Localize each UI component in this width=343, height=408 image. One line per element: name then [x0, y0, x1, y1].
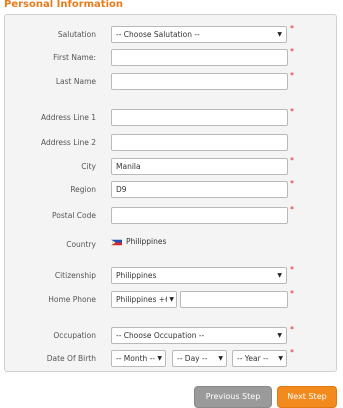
region-row: Region D9 *	[5, 179, 336, 200]
required-marker: *	[290, 71, 294, 80]
occupation-label: Occupation	[53, 331, 96, 340]
phone-country-code-select[interactable]: Philippines +6 ▼	[111, 291, 177, 308]
home-phone-row: Home Phone Philippines +6 ▼ *	[5, 289, 336, 310]
last-name-label: Last Name	[55, 77, 96, 86]
home-phone-input[interactable]	[180, 291, 288, 308]
salutation-row: Salutation -- Choose Salutation -- ▼ *	[5, 24, 336, 45]
occupation-row: Occupation -- Choose Occupation -- ▼ *	[5, 325, 336, 346]
country-value: Philippines	[126, 237, 167, 246]
required-marker: *	[290, 289, 294, 298]
citizenship-select[interactable]: Philippines ▼	[111, 267, 287, 284]
dob-year-select[interactable]: -- Year -- ▼	[232, 350, 287, 367]
chevron-down-icon: ▼	[157, 355, 162, 362]
citizenship-row: Citizenship Philippines ▼ *	[5, 265, 336, 286]
required-marker: *	[290, 348, 294, 357]
date-of-birth-row: Date Of Birth -- Month -- ▼ -- Day -- ▼ …	[5, 348, 336, 369]
first-name-row: First Name: *	[5, 47, 336, 68]
city-input[interactable]: Manila	[111, 158, 288, 175]
dob-month-value: -- Month --	[116, 354, 156, 363]
region-input[interactable]: D9	[111, 181, 288, 198]
chevron-down-icon: ▼	[167, 292, 174, 307]
required-marker: *	[290, 265, 294, 274]
occupation-select[interactable]: -- Choose Occupation -- ▼	[111, 327, 287, 344]
home-phone-label: Home Phone	[48, 295, 96, 304]
address-line-2-label: Address Line 2	[40, 138, 96, 147]
required-marker: *	[290, 24, 294, 33]
previous-step-button[interactable]: Previous Step	[194, 386, 272, 408]
required-marker: *	[290, 107, 294, 116]
chevron-down-icon: ▼	[277, 272, 282, 279]
country-label: Country	[66, 240, 96, 249]
address-line-1-input[interactable]	[111, 109, 288, 126]
postal-code-input[interactable]	[111, 207, 288, 224]
address-line-1-label: Address Line 1	[40, 113, 96, 122]
first-name-input[interactable]	[111, 49, 288, 66]
first-name-label: First Name:	[53, 53, 96, 62]
dob-month-select[interactable]: -- Month -- ▼	[111, 350, 166, 367]
next-step-button[interactable]: Next Step	[277, 386, 337, 408]
address-line-2-input[interactable]	[111, 134, 288, 151]
country-row: Country Philippines	[5, 232, 336, 252]
chevron-down-icon: ▼	[218, 355, 223, 362]
required-marker: *	[290, 156, 294, 165]
required-marker: *	[290, 325, 294, 334]
phone-country-code-value: Philippines +6	[116, 295, 170, 304]
date-of-birth-label: Date Of Birth	[46, 354, 96, 363]
dob-day-value: -- Day --	[177, 354, 208, 363]
city-label: City	[81, 162, 96, 171]
city-row: City Manila *	[5, 156, 336, 177]
personal-information-panel: Salutation -- Choose Salutation -- ▼ * F…	[4, 14, 337, 372]
required-marker: *	[290, 205, 294, 214]
salutation-value: -- Choose Salutation --	[116, 30, 200, 39]
occupation-value: -- Choose Occupation --	[116, 331, 205, 340]
postal-code-label: Postal Code	[52, 211, 96, 220]
section-title: Personal Information	[4, 0, 123, 10]
philippines-flag-icon	[111, 239, 122, 246]
chevron-down-icon: ▼	[277, 332, 282, 339]
address-line-1-row: Address Line 1 *	[5, 107, 336, 128]
last-name-row: Last Name *	[5, 71, 336, 92]
region-label: Region	[70, 185, 96, 194]
address-line-2-row: Address Line 2	[5, 133, 336, 153]
dob-year-value: -- Year --	[237, 354, 269, 363]
last-name-input[interactable]	[111, 73, 288, 90]
required-marker: *	[290, 47, 294, 56]
chevron-down-icon: ▼	[278, 355, 283, 362]
chevron-down-icon: ▼	[277, 31, 282, 38]
salutation-label: Salutation	[57, 30, 96, 39]
citizenship-value: Philippines	[116, 271, 157, 280]
salutation-select[interactable]: -- Choose Salutation -- ▼	[111, 26, 287, 43]
citizenship-label: Citizenship	[54, 271, 96, 280]
required-marker: *	[290, 179, 294, 188]
dob-day-select[interactable]: -- Day -- ▼	[172, 350, 227, 367]
postal-code-row: Postal Code *	[5, 205, 336, 226]
